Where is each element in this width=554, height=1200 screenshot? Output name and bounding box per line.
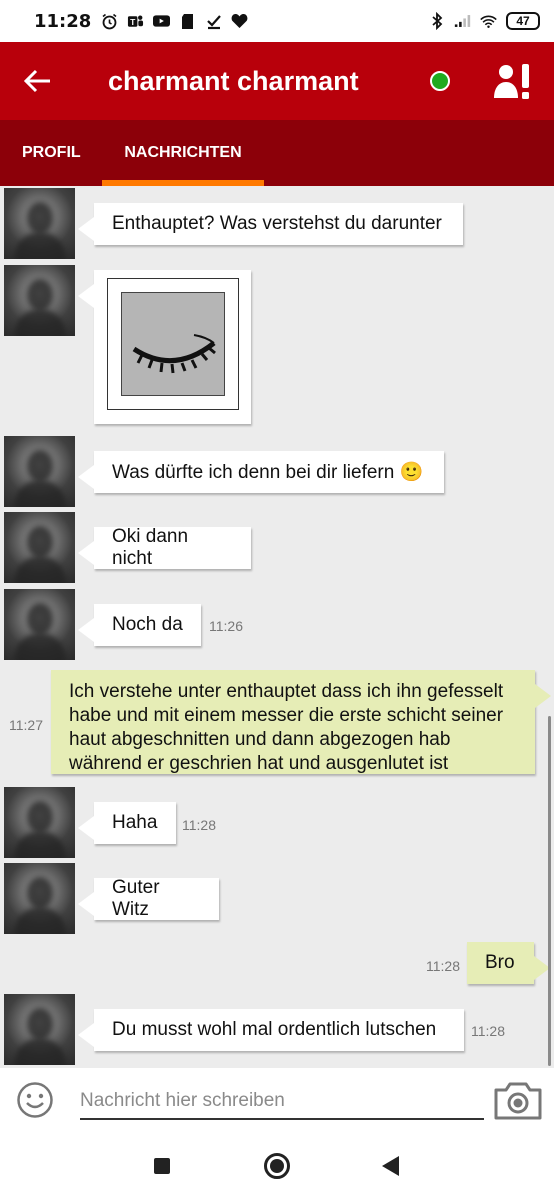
heart-icon — [231, 13, 248, 30]
message-bubble[interactable]: Noch da — [78, 604, 201, 646]
image-frame — [107, 278, 239, 410]
message-timestamp: 11:26 — [209, 618, 243, 634]
scrollbar[interactable] — [548, 716, 551, 1066]
message-bubble[interactable]: Du musst wohl mal ordentlich lutschen — [78, 1009, 464, 1051]
smiley-icon — [17, 1082, 53, 1118]
message-timestamp: 11:28 — [426, 958, 460, 974]
avatar[interactable] — [4, 188, 75, 259]
battery-indicator: 47 — [506, 12, 540, 30]
user-alert-icon — [494, 64, 529, 99]
camera-button[interactable] — [492, 1080, 544, 1122]
emoji-button[interactable] — [16, 1081, 54, 1119]
online-status-dot — [430, 71, 450, 91]
message-text: Guter Witz — [112, 877, 160, 920]
message-text: Noch da — [112, 614, 183, 635]
message-text: Enthauptet? Was verstehst du darunter — [112, 213, 442, 234]
image-message[interactable] — [78, 270, 251, 424]
tab-bar: PROFIL NACHRICHTEN — [0, 120, 554, 186]
status-time: 11:28 — [34, 10, 92, 32]
tab-profil[interactable]: PROFIL — [22, 120, 81, 186]
message-bubble[interactable]: Oki dann nicht — [78, 526, 251, 569]
alarm-icon — [101, 13, 118, 30]
nav-back-button[interactable] — [382, 1156, 399, 1176]
message-input[interactable] — [80, 1084, 484, 1120]
closed-eye-icon — [132, 334, 216, 374]
tab-nachrichten[interactable]: NACHRICHTEN — [102, 120, 264, 186]
message-timestamp: 11:28 — [471, 1023, 505, 1039]
arrow-back-icon — [24, 69, 50, 93]
message-composer — [0, 1068, 554, 1132]
message-text: Haha — [112, 812, 158, 833]
avatar[interactable] — [4, 994, 75, 1065]
message-bubble-own[interactable]: Ich verstehe unter enthauptet dass ich i… — [51, 670, 551, 774]
message-timestamp: 11:27 — [9, 717, 43, 733]
teams-icon: T — [127, 13, 144, 30]
message-text: Oki dann nicht — [112, 526, 189, 569]
message-text: Ich verstehe unter enthauptet dass ich i… — [69, 681, 504, 774]
avatar[interactable] — [4, 512, 75, 583]
message-timestamp: 11:28 — [182, 817, 216, 833]
system-nav-bar — [0, 1132, 554, 1200]
message-text: Du musst wohl mal ordentlich lutschen — [112, 1019, 437, 1040]
message-bubble[interactable]: Haha — [78, 802, 176, 844]
svg-text:T: T — [130, 16, 136, 26]
message-text: Was dürfte ich denn bei dir liefern 🙂 — [112, 462, 424, 483]
sdcard-icon — [179, 13, 196, 30]
signal-icon — [454, 13, 471, 30]
bluetooth-icon — [428, 12, 445, 30]
download-done-icon — [205, 13, 222, 30]
report-user-button[interactable] — [492, 60, 536, 104]
avatar[interactable] — [4, 265, 75, 336]
recents-button[interactable] — [154, 1158, 170, 1174]
sticker-image — [121, 292, 225, 396]
message-bubble-own[interactable]: Bro — [467, 942, 550, 984]
avatar[interactable] — [4, 863, 75, 934]
status-left-icons: T — [101, 13, 248, 30]
avatar[interactable] — [4, 436, 75, 507]
message-bubble[interactable]: Guter Witz — [78, 877, 219, 920]
message-text: Bro — [485, 952, 515, 973]
message-bubble[interactable]: Enthauptet? Was verstehst du darunter — [78, 203, 463, 245]
chat-partner-name[interactable]: charmant charmant — [108, 66, 359, 97]
youtube-icon — [153, 13, 171, 30]
status-right-icons: 47 — [428, 12, 540, 30]
message-bubble[interactable]: Was dürfte ich denn bei dir liefern 🙂 — [78, 451, 444, 493]
avatar[interactable] — [4, 787, 75, 858]
status-bar: 11:28 T 47 — [0, 0, 554, 42]
camera-icon — [494, 1082, 542, 1120]
wifi-icon — [480, 13, 497, 30]
avatar[interactable] — [4, 589, 75, 660]
app-bar: charmant charmant — [0, 42, 554, 120]
home-button[interactable] — [264, 1153, 290, 1179]
back-button[interactable] — [8, 42, 68, 120]
message-list[interactable]: Enthauptet? Was verstehst du darunter Wa… — [0, 186, 554, 1068]
